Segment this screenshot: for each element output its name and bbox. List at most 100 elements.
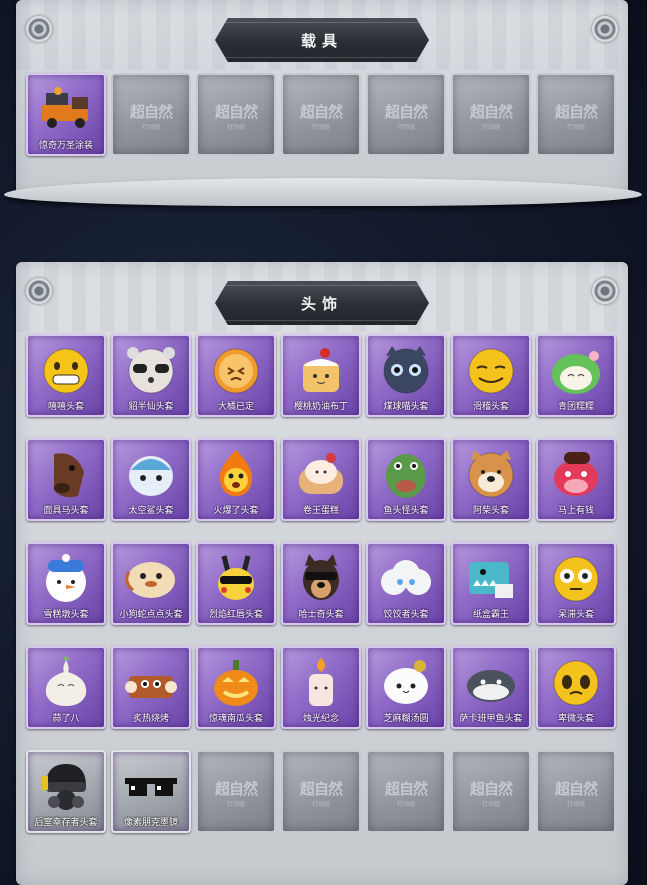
- item-label: 惊魂南瓜头套: [208, 714, 263, 724]
- headwear-item-slot[interactable]: 芝麻糊汤圆: [366, 646, 446, 729]
- headwear-item-slot[interactable]: 滑稽头套: [451, 334, 531, 417]
- horse-mask-icon: [36, 448, 96, 500]
- headwear-item-slot[interactable]: 煤球喵头套: [366, 334, 446, 417]
- stunned-face-icon: [546, 552, 606, 604]
- headwear-item-slot[interactable]: 惊魂南瓜头套: [196, 646, 276, 729]
- item-label: 煤球喵头套: [383, 402, 429, 412]
- item-label: 青团糯糯: [557, 402, 594, 412]
- garlic-icon: [36, 656, 96, 708]
- item-label: 蒜了八: [52, 714, 80, 724]
- grill-meat-icon: [121, 656, 181, 708]
- headwear-item-slot[interactable]: 炙热烧烤: [111, 646, 191, 729]
- watermark-subtitle: 行动组: [226, 801, 245, 808]
- headwear-item-slot[interactable]: 火爆了头套: [196, 438, 276, 521]
- headwear-empty-slot: 超自然 行动组: [366, 750, 446, 833]
- headwear-empty-slot: 超自然 行动组: [451, 750, 531, 833]
- item-label: 后室幸存者头套: [34, 818, 98, 828]
- shiba-dog-icon: [461, 448, 521, 500]
- vehicle-empty-slot: 超自然 行动组: [451, 73, 531, 156]
- watermark-logo: 超自然: [554, 780, 598, 798]
- headwear-panel: 头饰 嘻嘻头套 貂半仙头套 大橘已定 樱桃奶油布丁 煤球喵头套 滑稽头套 青团糯糯面具马头套…: [16, 262, 628, 885]
- corner-ornament-icon: [592, 16, 618, 42]
- headwear-item-slot[interactable]: 烛光纪念: [281, 646, 361, 729]
- headwear-item-slot[interactable]: 貂半仙头套: [111, 334, 191, 417]
- item-label: 嘻嘻头套: [47, 402, 84, 412]
- roll-cake-icon: [291, 448, 351, 500]
- watermark-logo: 超自然: [299, 103, 343, 121]
- pikachu-shades-icon: [206, 552, 266, 604]
- item-label: 鱼头怪头套: [383, 506, 429, 516]
- red-horse-icon: [546, 448, 606, 500]
- scroll-curl-decoration: [4, 178, 642, 206]
- item-label: 卑微头套: [557, 714, 594, 724]
- item-label: 火爆了头套: [213, 506, 259, 516]
- snowman-icon: [36, 552, 96, 604]
- jack-o-lantern-icon: [206, 656, 266, 708]
- headwear-item-slot[interactable]: 太空鲨头套: [111, 438, 191, 521]
- item-label: 马上有钱: [557, 506, 594, 516]
- headwear-item-slot[interactable]: 阿柴头套: [451, 438, 531, 521]
- puppy-snake-icon: [121, 552, 181, 604]
- candle-icon: [291, 656, 351, 708]
- item-label: 大橘已定: [217, 402, 254, 412]
- headwear-item-slot[interactable]: 卷王蛋糕: [281, 438, 361, 521]
- watermark-logo: 超自然: [299, 780, 343, 798]
- item-label: 萨卡班甲鱼头套: [459, 714, 523, 724]
- raccoon-sunglasses-icon: [121, 344, 181, 396]
- headwear-item-slot[interactable]: 烈焰红唇头套: [196, 542, 276, 625]
- headwear-item-slot[interactable]: 雪糕墩头套: [26, 542, 106, 625]
- headwear-item-slot[interactable]: 蒜了八: [26, 646, 106, 729]
- vehicle-empty-slot: 超自然 行动组: [196, 73, 276, 156]
- headwear-item-slot[interactable]: 纸盒霸王: [451, 542, 531, 625]
- headwear-item-slot[interactable]: 面具马头套: [26, 438, 106, 521]
- headwear-item-slot[interactable]: 小狗蛇点点头套: [111, 542, 191, 625]
- headwear-item-slot[interactable]: 后室幸存者头套: [26, 750, 106, 833]
- watermark-subtitle: 行动组: [566, 124, 585, 131]
- item-label: 饺饺者头套: [383, 610, 429, 620]
- husky-shades-icon: [291, 552, 351, 604]
- headwear-item-slot[interactable]: 大橘已定: [196, 334, 276, 417]
- headwear-item-slot[interactable]: 哈士奇头套: [281, 542, 361, 625]
- headwear-item-slot[interactable]: 呆滞头套: [536, 542, 616, 625]
- section-title-headwear: 头饰: [215, 281, 429, 325]
- headwear-item-slot[interactable]: 嘻嘻头套: [26, 334, 106, 417]
- item-label: 哈士奇头套: [298, 610, 344, 620]
- item-label: 烛光纪念: [302, 714, 339, 724]
- vehicle-empty-slot: 超自然 行动组: [536, 73, 616, 156]
- watermark-subtitle: 行动组: [396, 801, 415, 808]
- headwear-empty-slot: 超自然 行动组: [536, 750, 616, 833]
- headwear-item-slot[interactable]: 鱼头怪头套: [366, 438, 446, 521]
- vehicle-empty-slot: 超自然 行动组: [111, 73, 191, 156]
- space-shark-icon: [121, 448, 181, 500]
- item-label: 阿柴头套: [472, 506, 509, 516]
- sacabambaspis-icon: [461, 656, 521, 708]
- watermark-logo: 超自然: [384, 103, 428, 121]
- headwear-item-slot[interactable]: 马上有钱: [536, 438, 616, 521]
- watermark-logo: 超自然: [469, 780, 513, 798]
- headwear-grid: 嘻嘻头套 貂半仙头套 大橘已定 樱桃奶油布丁 煤球喵头套 滑稽头套 青团糯糯面具马头套 太空鲨…: [26, 334, 616, 833]
- headwear-item-slot[interactable]: 卑微头套: [536, 646, 616, 729]
- cloud-dumpling-icon: [376, 552, 436, 604]
- pixel-sunglasses-icon: [121, 760, 181, 812]
- smirk-face-icon: [461, 344, 521, 396]
- item-label: 呆滞头套: [557, 610, 594, 620]
- watermark-logo: 超自然: [214, 103, 258, 121]
- headwear-item-slot[interactable]: 萨卡班甲鱼头套: [451, 646, 531, 729]
- fire-spirit-icon: [206, 448, 266, 500]
- fish-head-icon: [376, 448, 436, 500]
- watermark-logo: 超自然: [129, 103, 173, 121]
- headwear-item-slot[interactable]: 饺饺者头套: [366, 542, 446, 625]
- item-label: 樱桃奶油布丁: [293, 402, 348, 412]
- gas-mask-helmet-icon: [36, 760, 96, 812]
- headwear-item-slot[interactable]: 樱桃奶油布丁: [281, 334, 361, 417]
- corner-ornament-icon: [26, 278, 52, 304]
- item-label: 纸盒霸王: [472, 610, 509, 620]
- vehicle-item-slot[interactable]: 惊奇万圣涂装: [26, 73, 106, 156]
- headwear-item-slot[interactable]: 像素朋克墨镜: [111, 750, 191, 833]
- watermark-subtitle: 行动组: [566, 801, 585, 808]
- item-label: 小狗蛇点点头套: [119, 610, 183, 620]
- watermark-subtitle: 行动组: [481, 801, 500, 808]
- watermark-logo: 超自然: [554, 103, 598, 121]
- headwear-item-slot[interactable]: 青团糯糯: [536, 334, 616, 417]
- item-label: 雪糕墩头套: [43, 610, 89, 620]
